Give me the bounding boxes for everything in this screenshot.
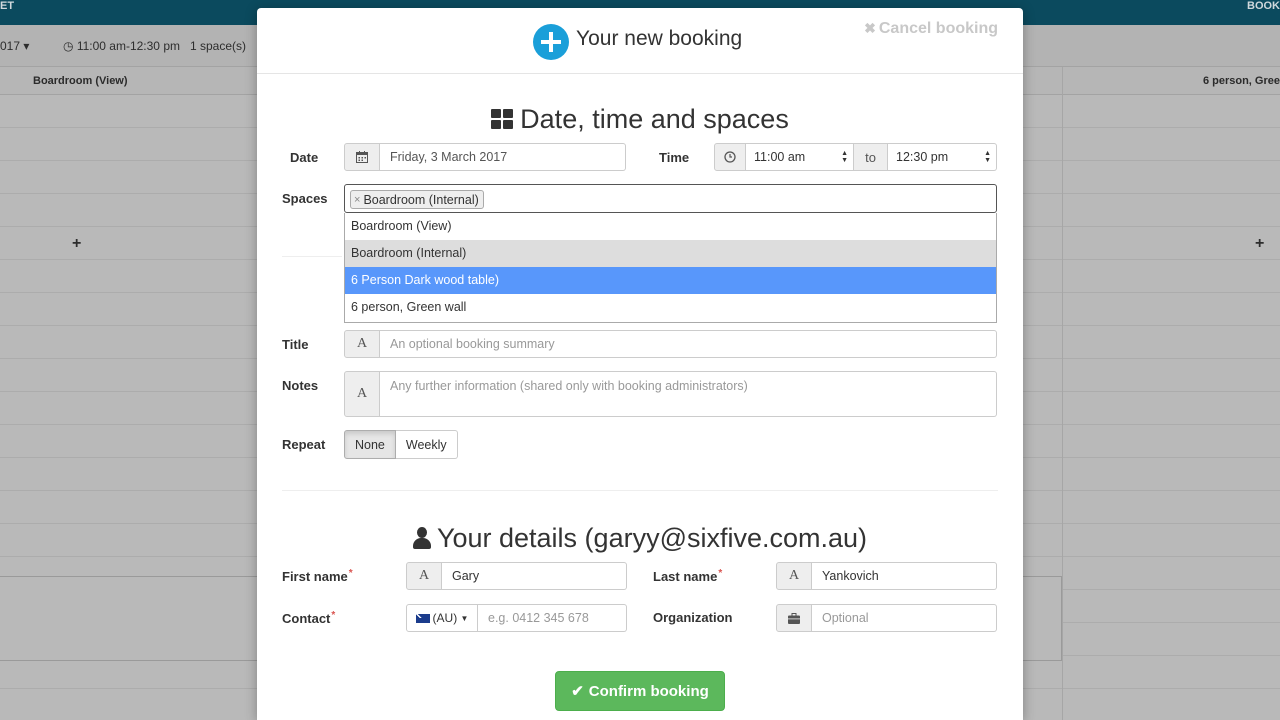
checkmark-icon: ✔ [571,683,584,700]
select-arrows-icon: ▲ ▼ [984,150,991,164]
add-booking-icon[interactable]: + [1255,235,1264,253]
end-time-select[interactable]: 12:30 pm ▲ ▼ [888,143,997,171]
last-name-field[interactable]: Yankovich [812,562,997,590]
text-icon: A [776,562,812,590]
plus-circle-icon [533,24,569,60]
calendar-booking-block[interactable] [1022,576,1062,661]
hand-cursor-icon: ☚ [700,292,715,309]
end-time-value: 12:30 pm [896,150,949,164]
start-time-value: 11:00 am [754,150,806,164]
organization-label: Organization [653,610,733,625]
first-name-field[interactable]: Gary [442,562,627,590]
section-title-date-time: Date, time and spaces [257,104,1023,135]
repeat-weekly-button[interactable]: Weekly [395,430,458,459]
divider [282,490,998,491]
topbar-right-label: BOOK [1247,0,1280,12]
add-booking-icon[interactable]: + [72,235,81,253]
calendar-booking-block[interactable] [0,576,258,661]
spaces-multiselect[interactable]: × Boardroom (Internal) [344,184,997,213]
notes-textarea[interactable]: Any further information (shared only wit… [380,371,997,417]
divider [282,256,342,257]
country-code-value: (AU) [432,611,458,625]
space-option[interactable]: Boardroom (View) [345,213,996,240]
select-arrows-icon: ▲ ▼ [841,150,848,164]
date-field[interactable]: Friday, 3 March 2017 [380,143,626,171]
text-icon: A [406,562,442,590]
last-name-label: Last name* [653,568,723,584]
repeat-label: Repeat [282,437,326,452]
country-code-dropdown[interactable]: (AU) ▼ [406,604,478,632]
start-time-select[interactable]: 11:00 am ▲ ▼ [746,143,854,171]
booking-modal: Your new booking ✖ Cancel booking Date, t… [257,8,1023,720]
date-label: Date [290,150,319,165]
title-input[interactable]: An optional booking summary [380,330,997,358]
spaces-label: Spaces [282,191,328,206]
clock-icon [714,143,746,171]
toolbar-time-summary: ◷ 11:00 am-12:30 pm 1 space(s) [63,39,247,53]
space-option[interactable]: 6 Person Dark wood table) [345,267,996,294]
section-heading-text: Date, time and spaces [520,104,789,134]
modal-header: Your new booking ✖ Cancel booking [257,8,1023,74]
briefcase-icon [776,604,812,632]
phone-input[interactable]: e.g. 0412 345 678 [478,604,627,632]
details-heading-text: Your details (garyy@sixfive.com.au) [436,523,868,553]
cancel-booking-button[interactable]: ✖ Cancel booking [864,20,998,38]
to-label: to [854,143,888,171]
close-icon: ✖ [864,20,876,36]
column-header-green-wall: 6 person, Gree [1202,75,1280,87]
time-label: Time [659,150,690,165]
section-title-details: Your details (garyy@sixfive.com.au) [257,523,1023,554]
date-selector[interactable]: 017 ▾ [0,39,29,53]
first-name-label: First name* [282,568,353,584]
calendar-icon[interactable] [344,143,380,171]
text-icon: A [344,371,380,417]
organization-input[interactable]: Optional [812,604,997,632]
column-header-boardroom-view: Boardroom (View) [33,75,128,87]
title-label: Title [282,337,309,352]
contact-label: Contact* [282,610,336,626]
space-option[interactable]: Boardroom (Internal) [345,240,996,267]
topbar-left-label: ET [0,0,15,12]
selected-space-tag-label: Boardroom (Internal) [363,192,479,207]
australia-flag-icon [415,613,430,623]
selected-space-tag[interactable]: × Boardroom (Internal) [350,190,484,209]
confirm-booking-button[interactable]: ✔ Confirm booking [555,671,725,711]
remove-tag-icon[interactable]: × [354,194,360,206]
space-option[interactable]: 6 person, Green wall [345,294,996,321]
cancel-booking-label: Cancel booking [878,20,998,37]
confirm-booking-label: Confirm booking [588,682,709,700]
repeat-none-button[interactable]: None [344,430,396,459]
column-divider [1062,67,1063,720]
caret-down-icon: ▼ [460,613,469,623]
text-icon: A [344,330,380,358]
repeat-toggle-group: None Weekly [344,430,458,459]
modal-title: Your new booking [576,27,743,50]
user-icon [412,527,431,549]
spaces-dropdown: Boardroom (View) Boardroom (Internal) 6 … [344,213,997,323]
notes-label: Notes [282,378,319,393]
grid-icon [491,109,514,130]
